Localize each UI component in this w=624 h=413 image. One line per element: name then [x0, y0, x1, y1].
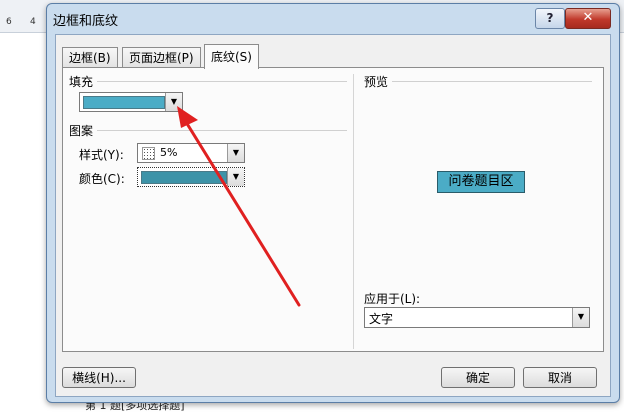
- annotation-arrow-head: [177, 106, 198, 128]
- annotation-arrow-shaft: [184, 120, 301, 307]
- tab-shading[interactable]: 底纹(S): [204, 44, 259, 69]
- annotation-arrow: [177, 106, 301, 307]
